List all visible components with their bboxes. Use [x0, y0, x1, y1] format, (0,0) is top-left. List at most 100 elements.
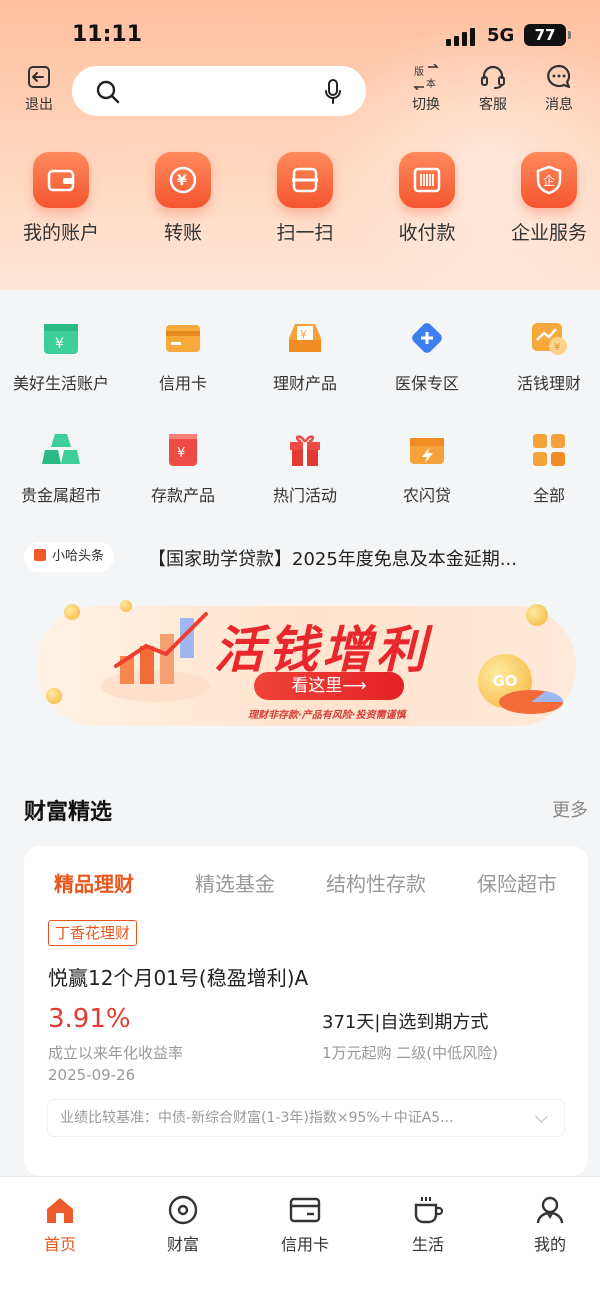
svg-text:本: 本 — [426, 77, 436, 90]
section-title: 财富精选 — [24, 800, 113, 825]
rate-date: 2025-09-26 — [48, 1066, 136, 1084]
coin-icon — [120, 600, 132, 612]
status-time: 11:11 — [72, 22, 143, 47]
version-switch-button[interactable]: 版 本 切换 — [401, 64, 451, 114]
flash-ticket-icon — [407, 430, 447, 470]
quick-transfer[interactable]: ¥ 转账 — [128, 152, 238, 245]
nav-home[interactable]: 首页 — [10, 1195, 110, 1255]
svg-text:¥: ¥ — [300, 328, 307, 341]
chart-decoration-icon — [101, 612, 211, 702]
deposit-yuan-icon: ¥ — [163, 430, 203, 470]
tab-selected-funds[interactable]: 精选基金 — [195, 868, 275, 897]
exit-icon — [28, 66, 50, 88]
product-min-risk: 1万元起购 二级(中低风险) — [322, 1044, 499, 1062]
nav-label: 信用卡 — [280, 1235, 329, 1254]
more-link[interactable]: 更多 — [552, 796, 588, 822]
message-label: 消息 — [545, 97, 573, 113]
profile-icon — [536, 1196, 564, 1224]
service-item[interactable]: ¥ 理财产品 — [244, 318, 366, 394]
service-item[interactable]: 热门活动 — [244, 430, 366, 506]
quick-label: 我的账户 — [22, 222, 99, 244]
quick-label: 企业服务 — [510, 222, 587, 244]
svg-text:企: 企 — [543, 173, 555, 188]
service-item[interactable]: ¥ 活钱理财 — [488, 318, 600, 394]
product-tag: 丁香花理财 — [48, 920, 138, 946]
quick-label: 转账 — [163, 222, 202, 244]
signal-icon — [446, 28, 478, 46]
service-label: 贵金属超市 — [20, 486, 101, 505]
coin-icon — [46, 688, 62, 704]
coin-icon — [526, 604, 548, 626]
quick-payment[interactable]: 收付款 — [372, 152, 482, 245]
switch-label: 切换 — [412, 97, 440, 113]
nav-credit-card[interactable]: 信用卡 — [255, 1195, 355, 1255]
service-label: 客服 — [479, 97, 507, 113]
product-card: 精品理财 精选基金 结构性存款 保险超市 丁香花理财 悦赢12个月01号(稳盈增… — [24, 846, 588, 1176]
wallet-icon — [33, 152, 89, 208]
bottom-nav: 首页 财富 信用卡 生活 我的 — [0, 1176, 600, 1298]
nav-label: 我的 — [533, 1235, 566, 1254]
svg-text:¥: ¥ — [177, 446, 185, 461]
exit-label: 退出 — [25, 97, 53, 113]
benchmark-dropdown[interactable]: 业绩比较基准：中债-新综合财富(1-3年)指数×95%＋中证A5... — [48, 1100, 564, 1136]
service-item[interactable]: 信用卡 — [122, 318, 244, 394]
service-item[interactable]: ¥ 存款产品 — [122, 430, 244, 506]
quick-actions: 我的账户 ¥ 转账 扫一扫 收付款 企 企业服务 — [0, 152, 600, 252]
grid-all-icon — [529, 430, 569, 470]
banner-disclaimer: 理财非存款·产品有风险·投资需谨慎 — [248, 710, 406, 721]
wealth-icon — [168, 1195, 198, 1225]
customer-service-button[interactable]: 客服 — [468, 64, 518, 114]
tab-structured-deposit[interactable]: 结构性存款 — [326, 868, 426, 897]
news-tag: 小哈头条 — [24, 542, 115, 572]
gold-bars-icon — [41, 430, 81, 470]
news-headline[interactable]: 【国家助学贷款】2025年度免息及本金延期... — [148, 545, 588, 571]
service-item[interactable]: ¥ 美好生活账户 — [0, 318, 122, 394]
search-icon — [96, 80, 120, 104]
credit-card-icon — [163, 318, 203, 358]
quick-scan[interactable]: 扫一扫 — [250, 152, 360, 245]
home-icon — [47, 1198, 73, 1223]
chevron-down-icon — [535, 1110, 548, 1123]
service-item[interactable]: 贵金属超市 — [0, 430, 122, 506]
svg-text:¥: ¥ — [554, 342, 560, 353]
service-item[interactable]: 医保专区 — [366, 318, 488, 394]
promo-banner[interactable]: 活钱增利 看这里⟶ 理财非存款·产品有风险·投资需谨慎 GO — [36, 596, 576, 742]
news-tag-label: 小哈头条 — [52, 549, 105, 564]
microphone-icon[interactable] — [324, 79, 342, 105]
quick-label: 收付款 — [398, 222, 456, 244]
nav-label: 生活 — [411, 1235, 444, 1254]
messages-button[interactable]: 消息 — [534, 64, 584, 114]
medical-plus-icon — [407, 318, 447, 358]
service-item[interactable]: 全部 — [488, 430, 600, 506]
nav-label: 财富 — [166, 1235, 199, 1254]
news-ticker[interactable]: 小哈头条 【国家助学贷款】2025年度免息及本金延期... — [24, 542, 584, 572]
service-label: 农闪贷 — [402, 486, 451, 505]
nav-wealth[interactable]: 财富 — [133, 1195, 233, 1255]
pie-decoration-icon — [499, 690, 564, 714]
svg-text:版: 版 — [414, 65, 424, 78]
calendar-yuan-icon: ¥ — [41, 318, 81, 358]
quick-enterprise[interactable]: 企 企业服务 — [494, 152, 600, 245]
service-label: 医保专区 — [394, 374, 459, 393]
battery-icon: 77 — [524, 24, 571, 46]
search-bar[interactable] — [72, 66, 366, 116]
service-label: 活钱理财 — [516, 374, 581, 393]
exit-button[interactable]: 退出 — [14, 64, 64, 114]
quick-label: 扫一扫 — [276, 222, 334, 244]
banner-button[interactable]: 看这里⟶ — [254, 672, 404, 700]
nav-life[interactable]: 生活 — [378, 1195, 478, 1255]
nav-label: 首页 — [43, 1235, 76, 1254]
tab-insurance-market[interactable]: 保险超市 — [477, 868, 557, 897]
service-label: 理财产品 — [272, 374, 337, 393]
tab-premium-wealth[interactable]: 精品理财 — [54, 868, 134, 897]
coin-icon — [64, 604, 80, 620]
transfer-icon: ¥ — [155, 152, 211, 208]
quick-my-account[interactable]: 我的账户 — [6, 152, 116, 245]
nav-profile[interactable]: 我的 — [500, 1195, 600, 1255]
product-name[interactable]: 悦赢12个月01号(稳盈增利)A — [48, 962, 308, 991]
gift-icon — [285, 430, 325, 470]
top-bar: 退出 版 本 切换 客服 消息 — [0, 62, 600, 122]
service-item[interactable]: 农闪贷 — [366, 430, 488, 506]
service-label: 美好生活账户 — [12, 374, 109, 393]
switch-icon: 版 本 — [413, 64, 439, 90]
